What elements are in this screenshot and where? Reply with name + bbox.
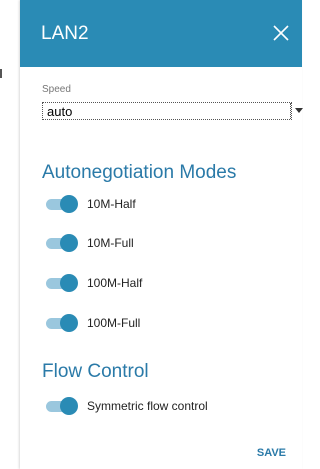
toggle-label-100m-half: 100M-Half: [87, 276, 143, 290]
toggle-thumb: [60, 195, 78, 213]
toggle-symmetric-flow-control[interactable]: [46, 397, 78, 415]
toggle-row-10m-full: 10M-Full: [46, 233, 286, 253]
toggle-thumb: [60, 397, 78, 415]
lan2-settings-panel: LAN2 Speed auto Autonegotiation Modes 10…: [20, 0, 303, 469]
panel-header: LAN2: [20, 0, 302, 67]
toggle-row-symmetric-flow: Symmetric flow control: [46, 396, 286, 416]
speed-select[interactable]: auto: [42, 102, 303, 120]
toggle-10m-half[interactable]: [46, 195, 78, 213]
toggle-label-symmetric-flow: Symmetric flow control: [87, 399, 208, 413]
toggle-thumb: [60, 274, 78, 292]
toggle-100m-full[interactable]: [46, 314, 78, 332]
toggle-label-100m-full: 100M-Full: [87, 316, 141, 330]
toggle-row-100m-half: 100M-Half: [46, 273, 286, 293]
autonegotiation-section-title: Autonegotiation Modes: [42, 162, 237, 183]
toggle-row-10m-half: 10M-Half: [46, 194, 286, 214]
close-button[interactable]: [270, 22, 292, 44]
toggle-row-100m-full: 100M-Full: [46, 313, 286, 333]
toggle-100m-half[interactable]: [46, 274, 78, 292]
speed-select-value: auto: [47, 104, 73, 119]
background-marker: [0, 69, 2, 78]
toggle-thumb: [60, 314, 78, 332]
toggle-label-10m-half: 10M-Half: [87, 197, 136, 211]
chevron-down-icon[interactable]: [295, 108, 303, 113]
panel-title: LAN2: [41, 23, 89, 44]
close-icon: [273, 25, 289, 41]
toggle-10m-full[interactable]: [46, 234, 78, 252]
select-divider: [290, 103, 291, 119]
save-button[interactable]: SAVE: [257, 447, 286, 459]
toggle-thumb: [60, 234, 78, 252]
flow-control-section-title: Flow Control: [42, 361, 149, 382]
toggle-label-10m-full: 10M-Full: [87, 236, 134, 250]
background-page-edge: [0, 0, 20, 469]
speed-label: Speed: [42, 84, 71, 95]
